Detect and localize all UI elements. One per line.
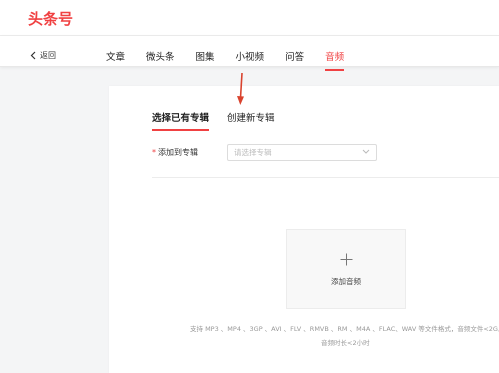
tab-qa[interactable]: 问答 (285, 49, 304, 63)
add-audio-button[interactable]: 添加音频 (286, 229, 406, 309)
upload-format-hint: 支持 MP3 、MP4 、3GP 、AVI 、FLV 、RMVB 、RM 、M4… (190, 325, 499, 333)
divider (152, 177, 499, 178)
back-button[interactable]: 返回 (30, 50, 56, 61)
tab-short-video[interactable]: 小视频 (236, 49, 265, 63)
album-select[interactable]: 请选择专辑 (227, 144, 377, 161)
upload-duration-hint: 音频时长<2小时 (321, 339, 370, 347)
album-select-placeholder: 请选择专辑 (234, 148, 272, 157)
tab-gallery[interactable]: 图集 (196, 49, 215, 63)
tab-micro-headline[interactable]: 微头条 (146, 49, 175, 63)
nav-bar: 返回 文章 微头条 图集 小视频 问答 音频 (0, 36, 499, 71)
main-card: 选择已有专辑 创建新专辑 * 添加到专辑 请选择专辑 添加音频 支持 MP3 、M… (109, 86, 499, 373)
chevron-left-icon (30, 51, 36, 60)
tab-select-existing-album[interactable]: 选择已有专辑 (152, 110, 210, 131)
top-bar: 头条号 (0, 0, 499, 36)
tab-audio[interactable]: 音频 (325, 49, 345, 71)
annotation-arrow-icon (237, 72, 244, 105)
content-type-tabs: 文章 微头条 图集 小视频 问答 音频 (106, 49, 365, 71)
tab-article[interactable]: 文章 (106, 49, 125, 63)
add-to-album-row: * 添加到专辑 请选择专辑 (152, 144, 377, 161)
tab-create-new-album[interactable]: 创建新专辑 (227, 110, 275, 124)
album-tabs: 选择已有专辑 创建新专辑 (152, 110, 293, 131)
chevron-down-icon (362, 149, 370, 154)
add-audio-label: 添加音频 (331, 277, 361, 286)
add-to-album-label: * 添加到专辑 (152, 147, 227, 158)
plus-icon (340, 253, 353, 266)
logo[interactable]: 头条号 (28, 8, 73, 29)
add-to-album-label-text: 添加到专辑 (158, 148, 198, 157)
required-mark: * (152, 148, 156, 157)
back-label: 返回 (40, 51, 56, 60)
